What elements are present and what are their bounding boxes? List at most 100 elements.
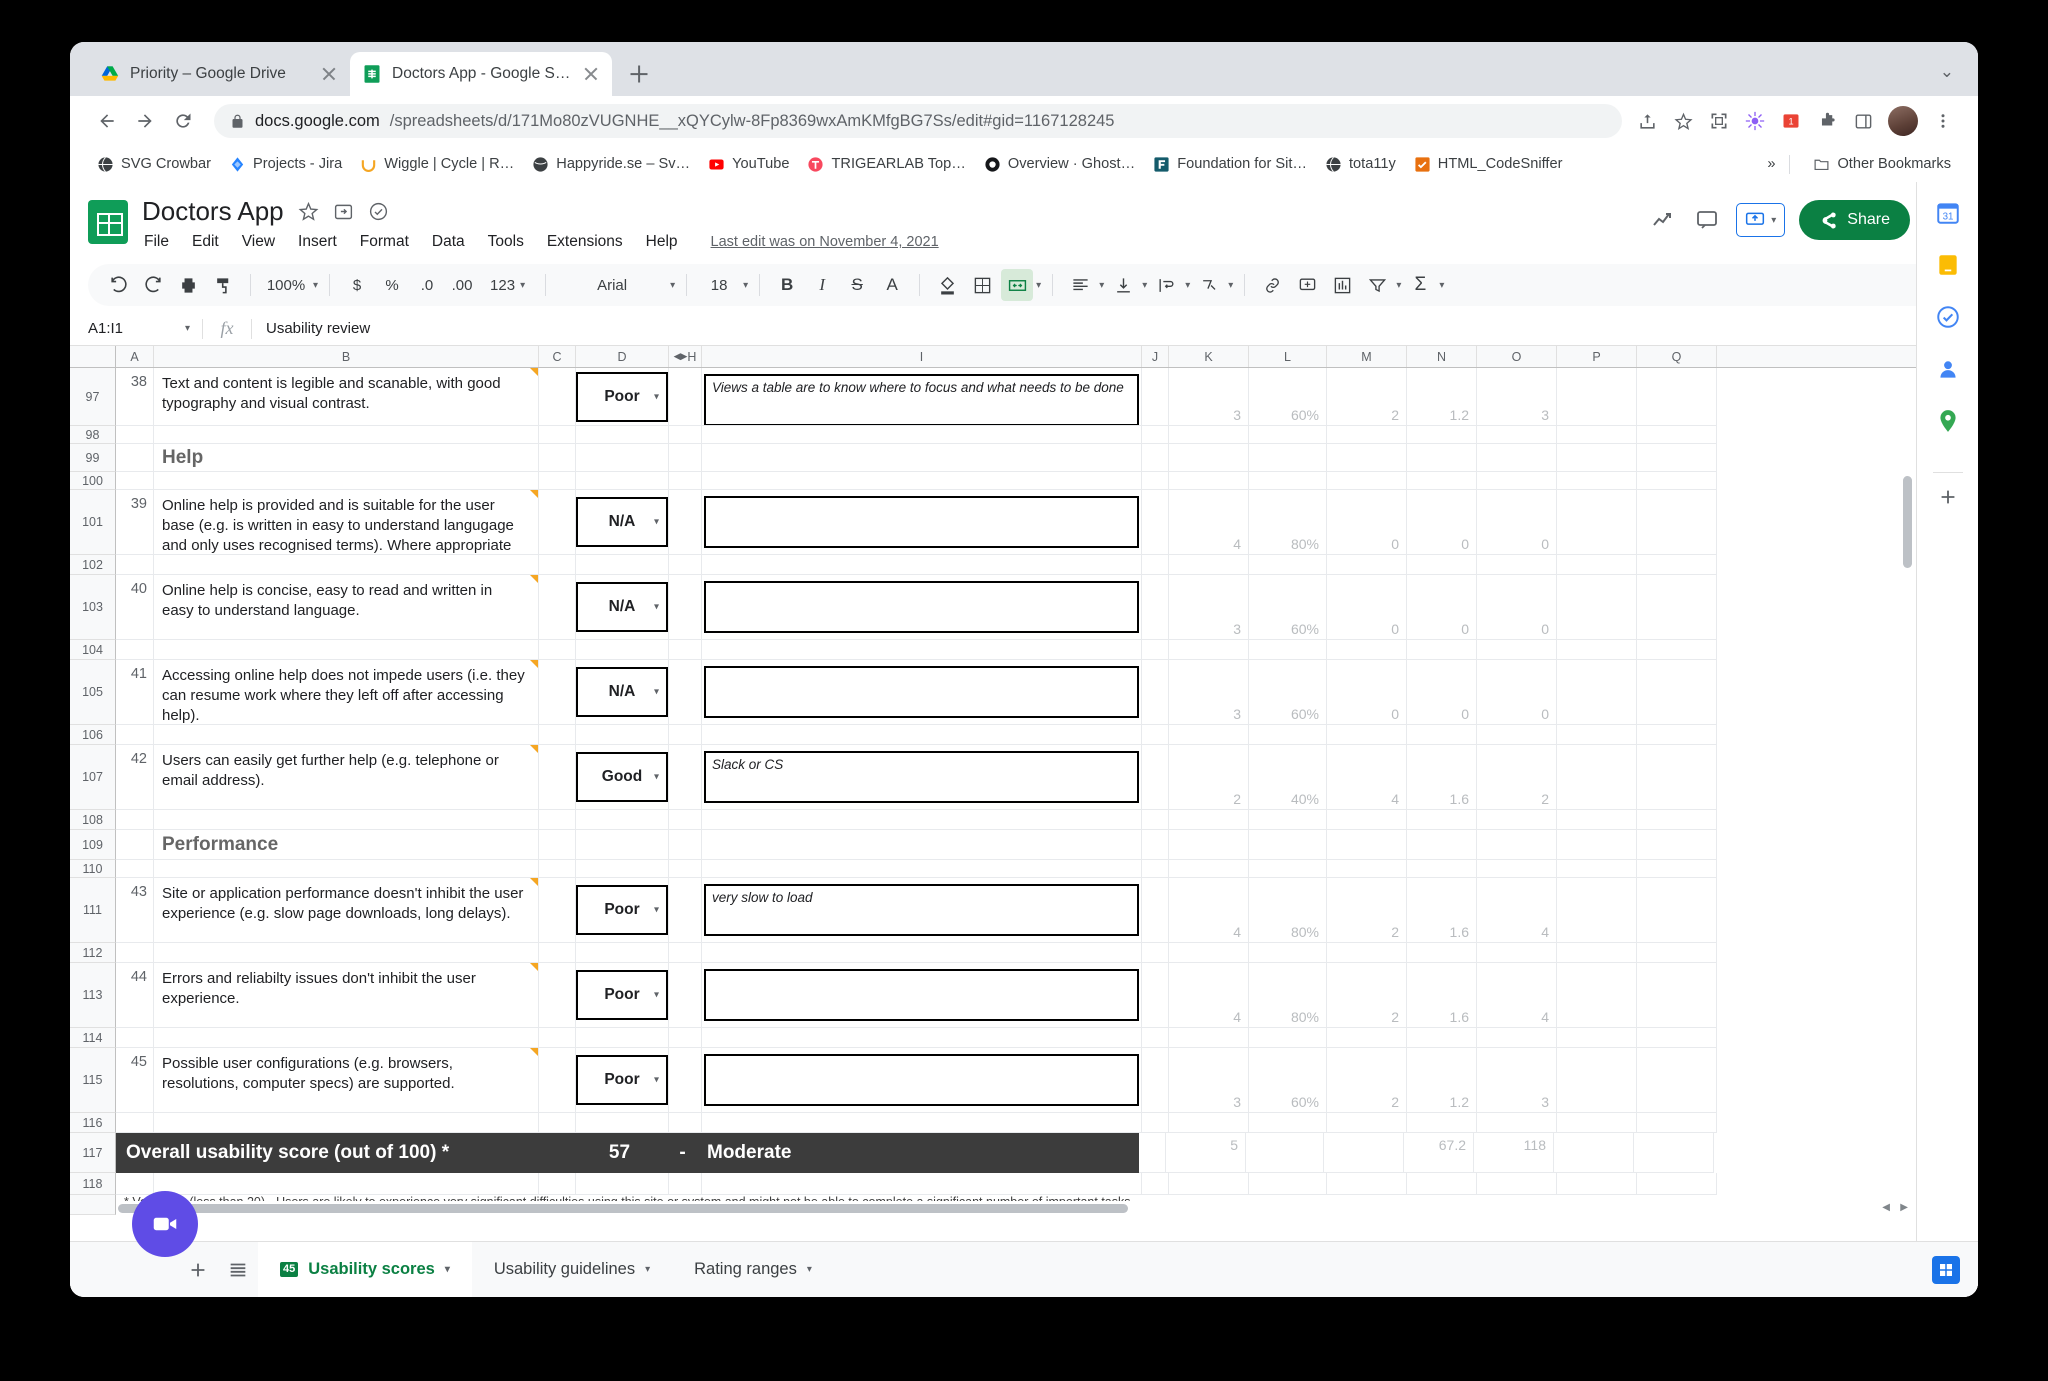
row-header[interactable]: 98 (70, 426, 116, 444)
row-header[interactable]: 106 (70, 725, 116, 745)
select-all-corner[interactable] (70, 346, 116, 367)
move-to-folder-icon[interactable] (333, 201, 354, 222)
rating-dropdown-wrap[interactable]: Poor▾ (576, 368, 668, 425)
cell-p[interactable] (1557, 426, 1637, 444)
cell-a[interactable]: 38 (116, 368, 154, 426)
cell-d[interactable] (576, 640, 669, 660)
cell-n[interactable]: 1.2 (1407, 1048, 1477, 1113)
cell-c[interactable] (539, 490, 576, 555)
cell-k[interactable] (1169, 640, 1249, 660)
cell-j[interactable] (1142, 1028, 1169, 1048)
cell-m[interactable]: 0 (1327, 575, 1407, 640)
cell-p[interactable] (1557, 368, 1637, 426)
comment-box[interactable] (704, 666, 1139, 718)
cell-j[interactable] (1142, 1113, 1169, 1133)
table-row[interactable]: 118 (70, 1173, 1978, 1195)
sheet-tab-rating-ranges[interactable]: Rating ranges ▾ (672, 1242, 834, 1298)
cell-i[interactable] (702, 575, 1142, 640)
cell-l[interactable] (1249, 1173, 1327, 1195)
cell-h[interactable] (669, 963, 702, 1028)
cell-h[interactable] (669, 878, 702, 943)
cell-n[interactable]: 67.2 (1404, 1133, 1474, 1173)
cell-i[interactable] (702, 555, 1142, 575)
cell-o[interactable]: 0 (1477, 575, 1557, 640)
all-sheets-button[interactable] (218, 1250, 258, 1290)
cell-d[interactable]: Poor▾ (576, 963, 669, 1028)
cell-m[interactable]: 2 (1327, 963, 1407, 1028)
cell-n[interactable] (1407, 426, 1477, 444)
insert-chart-icon[interactable] (1326, 269, 1358, 301)
cell-k[interactable]: 3 (1169, 368, 1249, 426)
cell-m[interactable]: 2 (1327, 878, 1407, 943)
cell-q[interactable] (1637, 555, 1717, 575)
cell-k[interactable]: 4 (1169, 963, 1249, 1028)
cell-q[interactable] (1637, 963, 1717, 1028)
cell-m[interactable]: 0 (1327, 660, 1407, 725)
cell-o[interactable] (1477, 943, 1557, 963)
table-row[interactable]: 112 (70, 943, 1978, 963)
cell-j[interactable] (1142, 444, 1169, 472)
column-header-d[interactable]: D (576, 346, 669, 367)
cell-l[interactable] (1249, 943, 1327, 963)
cell-p[interactable] (1557, 860, 1637, 878)
menu-extensions[interactable]: Extensions (545, 231, 625, 253)
cell-c[interactable] (539, 368, 576, 426)
rating-dropdown[interactable]: Good▾ (576, 752, 668, 802)
cell-b[interactable] (154, 555, 539, 575)
cell-a[interactable]: 40 (116, 575, 154, 640)
cell-h[interactable] (669, 368, 702, 426)
text-rotation-icon[interactable] (1193, 269, 1225, 301)
cell-h[interactable] (669, 943, 702, 963)
cell-n[interactable]: 1.6 (1407, 878, 1477, 943)
row-header[interactable]: 104 (70, 640, 116, 660)
cell-q[interactable] (1637, 660, 1717, 725)
cell-l[interactable]: 60% (1249, 368, 1327, 426)
chevron-down-icon[interactable]: ▾ (654, 391, 659, 402)
rating-dropdown-wrap[interactable]: N/A▾ (576, 575, 668, 639)
cell-a[interactable] (116, 1028, 154, 1048)
cell-b[interactable] (154, 810, 539, 830)
cell-b[interactable]: Online help is provided and is suitable … (154, 490, 539, 555)
cell-i[interactable] (702, 640, 1142, 660)
chevron-down-icon[interactable]: ▾ (1396, 280, 1401, 291)
chevron-down-icon[interactable]: ▾ (1185, 280, 1190, 291)
cell-l[interactable] (1249, 860, 1327, 878)
cell-a[interactable]: 45 (116, 1048, 154, 1113)
share-button[interactable]: Share (1799, 200, 1910, 240)
cell-c[interactable] (539, 1028, 576, 1048)
cell-j[interactable] (1139, 1133, 1166, 1173)
chevron-down-icon[interactable]: ▾ (743, 280, 748, 291)
cell-q[interactable] (1637, 1048, 1717, 1113)
cell-b[interactable] (154, 640, 539, 660)
borders-icon[interactable] (966, 269, 998, 301)
cell-c[interactable] (539, 472, 576, 490)
cell-k[interactable] (1169, 943, 1249, 963)
cell-p[interactable] (1557, 444, 1637, 472)
cell-i[interactable]: Slack or CS (702, 745, 1142, 810)
cell-i[interactable] (702, 1113, 1142, 1133)
row-header[interactable]: 97 (70, 368, 116, 426)
cell-c[interactable] (539, 830, 576, 860)
cell-n[interactable] (1407, 1173, 1477, 1195)
cell-p[interactable] (1557, 555, 1637, 575)
cell-k[interactable] (1169, 472, 1249, 490)
text-color-icon[interactable]: A (876, 269, 908, 301)
cell-n[interactable] (1407, 444, 1477, 472)
google-calendar-icon[interactable]: 31 (1933, 198, 1963, 228)
cell-i[interactable] (702, 444, 1142, 472)
cell-c[interactable] (539, 1113, 576, 1133)
bookmark-projects-jira[interactable]: Projects - Jira (220, 152, 351, 177)
cell-d[interactable] (576, 860, 669, 878)
menu-data[interactable]: Data (430, 231, 467, 253)
cell-h[interactable] (669, 1028, 702, 1048)
cell-a[interactable] (116, 860, 154, 878)
cell-h[interactable] (669, 490, 702, 555)
cell-d[interactable] (576, 830, 669, 860)
cell-i[interactable] (702, 943, 1142, 963)
cell-o[interactable] (1477, 472, 1557, 490)
close-icon[interactable] (320, 65, 338, 83)
chevron-down-icon[interactable]: ⌄ (1940, 62, 1954, 82)
cell-l[interactable]: 60% (1249, 1048, 1327, 1113)
cell-b[interactable] (154, 1113, 539, 1133)
menu-tools[interactable]: Tools (486, 231, 526, 253)
